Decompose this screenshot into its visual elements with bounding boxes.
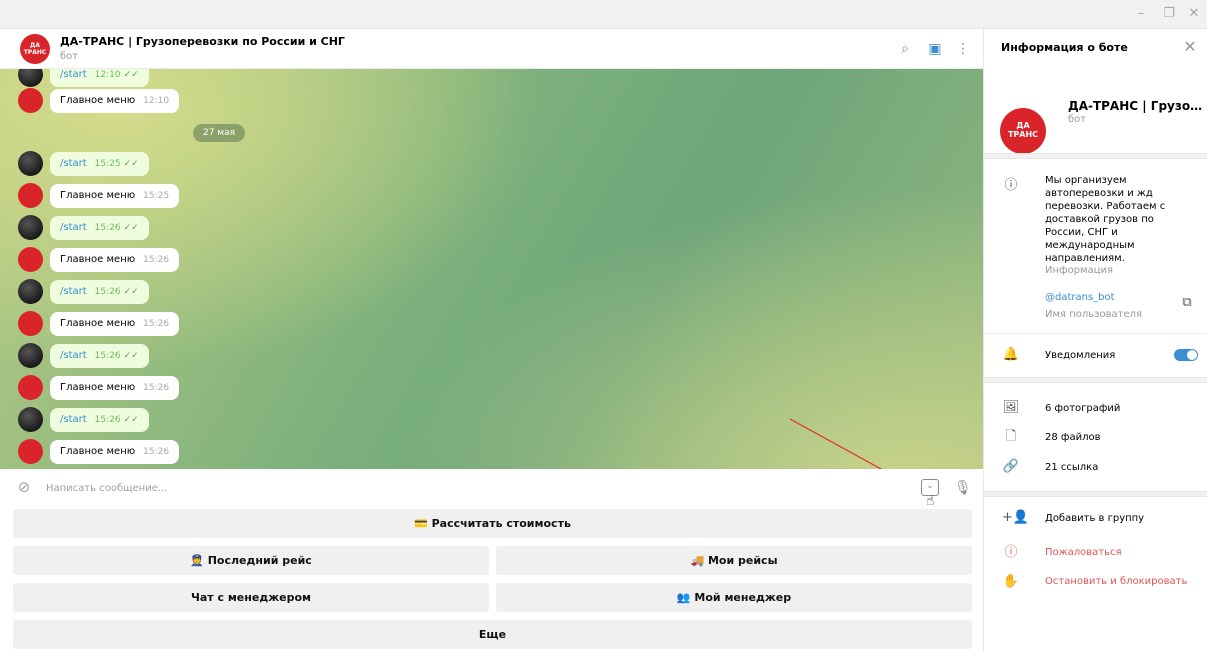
chat-avatar[interactable]: ДА ТРАНС <box>20 34 50 64</box>
last-trip-button[interactable]: 👮 Последний рейс <box>13 546 489 575</box>
annotation-arrow <box>789 418 883 469</box>
minimize-icon[interactable]: – <box>1132 6 1150 22</box>
close-icon[interactable]: ✕ <box>1180 37 1200 57</box>
add-to-group-button[interactable]: Добавить в группу <box>1045 512 1144 525</box>
photo-icon: 🖼 <box>1002 400 1020 415</box>
links-link[interactable]: 21 ссылка <box>1045 461 1098 474</box>
block-button[interactable]: Остановить и блокировать <box>1045 576 1187 587</box>
divider <box>984 377 1207 383</box>
notifications-toggle[interactable] <box>1174 349 1198 361</box>
chat-title[interactable]: ДА-ТРАНС | Грузоперевозки по России и СН… <box>60 35 345 48</box>
add-user-icon: +👤 <box>1002 510 1030 525</box>
toggle-knob <box>1187 350 1197 360</box>
calculate-cost-button[interactable]: 💳 Рассчитать стоимость <box>13 509 972 538</box>
panel-title: Информация о боте <box>1001 41 1128 54</box>
bot-info-panel: Информация о боте ✕ ДА ТРАНС ДА-ТРАНС | … <box>983 29 1207 652</box>
hand-icon: ✋ <box>1002 574 1020 589</box>
copy-icon[interactable]: ⧉ <box>1179 295 1195 311</box>
report-icon: ⓘ <box>1004 545 1018 560</box>
chat-area: /start 12:10 ✓✓ Главное меню 12:10 27 мая /… <box>0 69 983 469</box>
bot-name: ДА-ТРАНС | Грузоперевозки по России и СН… <box>1068 99 1204 113</box>
divider <box>984 491 1207 497</box>
manager-chat-button[interactable]: Чат с менеджером <box>13 583 489 612</box>
close-icon[interactable]: ✕ <box>1185 6 1203 22</box>
files-link[interactable]: 28 файлов <box>1045 431 1100 444</box>
bell-icon: 🔔 <box>1002 347 1020 362</box>
bot-keyboard: 💳 Рассчитать стоимость 👮 Последний рейс … <box>0 506 983 652</box>
more-icon[interactable]: ⋮ <box>953 39 973 59</box>
more-button[interactable]: Еще <box>13 620 972 649</box>
username-label: Имя пользователя <box>1045 309 1143 320</box>
notifications-label: Уведомления <box>1045 350 1116 361</box>
bot-avatar[interactable]: ДА ТРАНС <box>1000 108 1046 154</box>
my-trips-button[interactable]: 🚚 Мои рейсы <box>496 546 972 575</box>
divider <box>984 153 1207 159</box>
message-composer: ⊘ ⌄ ☝ 🎙 <box>0 469 983 509</box>
message-input[interactable] <box>46 478 846 498</box>
info-label: Информация <box>1045 265 1114 276</box>
username-link[interactable]: @datrans_bot <box>1045 292 1115 303</box>
restore-icon[interactable]: ❐ <box>1160 6 1178 22</box>
photos-link[interactable]: 6 фотографий <box>1045 402 1120 415</box>
divider <box>984 333 1207 334</box>
file-icon: 🗋 <box>1005 429 1017 444</box>
side-panel-icon[interactable]: ▣ <box>925 39 945 59</box>
bot-label: бот <box>1068 114 1087 125</box>
chat-header: ДА ТРАНС ДА-ТРАНС | Грузоперевозки по Ро… <box>0 29 983 69</box>
microphone-icon[interactable]: 🎙 <box>954 478 972 498</box>
window-titlebar: – ❐ ✕ <box>0 0 1207 29</box>
search-icon[interactable]: ⌕ <box>895 39 915 59</box>
report-button[interactable]: Пожаловаться <box>1045 547 1122 558</box>
bot-description: Мы организуем автоперевозки и жд перевоз… <box>1045 175 1166 264</box>
my-manager-button[interactable]: 👥 Мой менеджер <box>496 583 972 612</box>
link-icon: 🔗 <box>1002 459 1020 474</box>
info-icon: ⓘ <box>1004 178 1018 193</box>
chat-status: бот <box>60 51 79 62</box>
paperclip-icon[interactable]: ⊘ <box>15 478 33 496</box>
